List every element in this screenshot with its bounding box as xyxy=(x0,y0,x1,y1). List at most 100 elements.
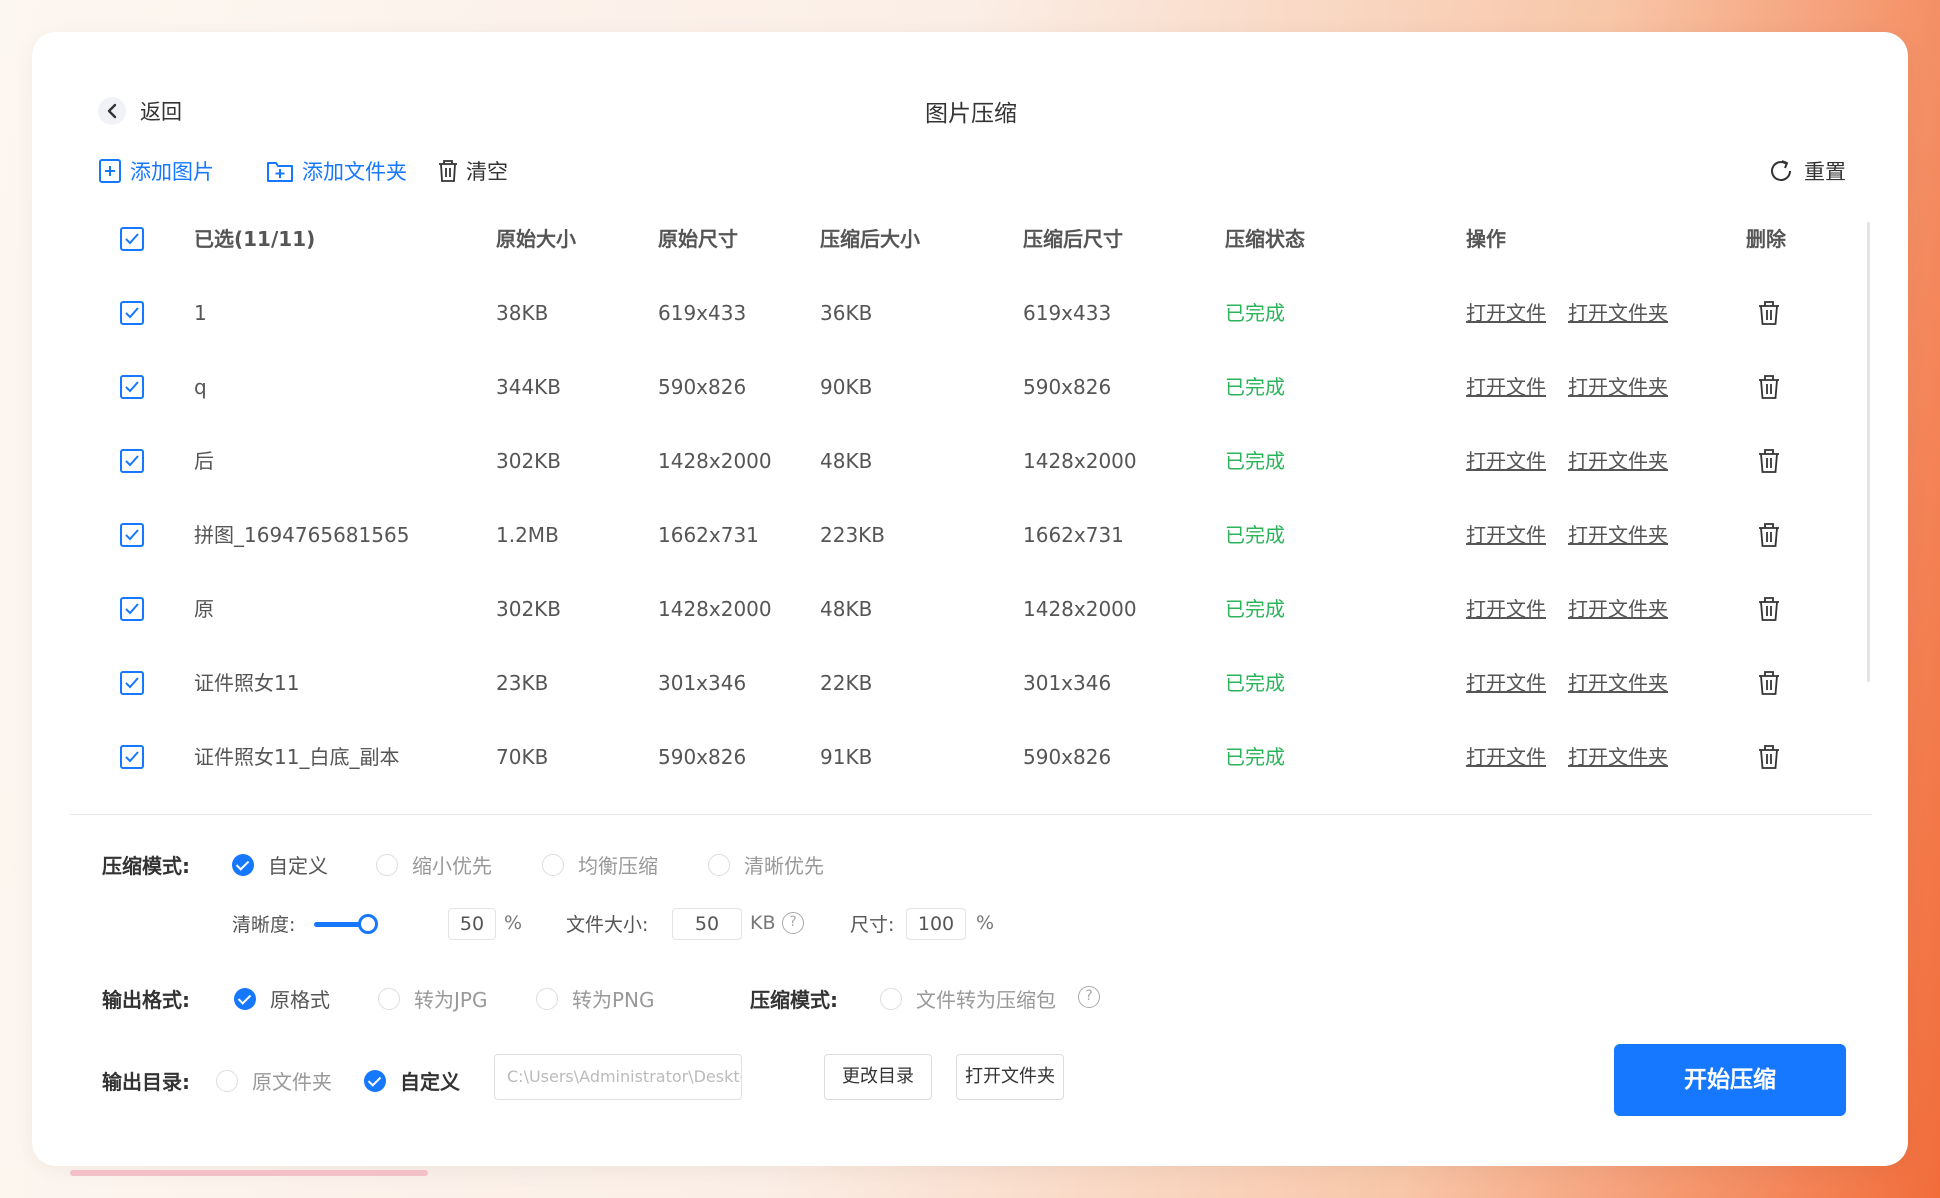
help-icon[interactable]: ? xyxy=(782,912,804,934)
clarity-input[interactable]: 50 xyxy=(448,908,496,940)
row-checkbox[interactable] xyxy=(120,523,144,547)
dimension-input[interactable]: 100 xyxy=(906,908,966,940)
filesize-unit: KB xyxy=(750,912,776,934)
main-panel: 返回 图片压缩 添加图片 添加文件夹 清空 重置 已选(11/11) 原始大小 … xyxy=(70,64,1872,1130)
mode-balanced-radio[interactable]: 均衡压缩 xyxy=(542,850,658,879)
header-delete: 删除 xyxy=(1746,227,1786,251)
mode-shrink-label: 缩小优先 xyxy=(412,854,492,878)
delete-row-icon[interactable] xyxy=(1758,522,1780,548)
format-original-radio[interactable]: 原格式 xyxy=(234,984,330,1013)
cell-orig-dim: 590x826 xyxy=(658,745,747,769)
radio-icon xyxy=(216,1069,238,1092)
clear-button[interactable]: 清空 xyxy=(438,156,508,186)
radio-icon xyxy=(536,987,558,1010)
header-actions: 操作 xyxy=(1466,227,1506,251)
cell-orig-dim: 301x346 xyxy=(658,671,747,695)
open-folder-link[interactable]: 打开文件夹 xyxy=(1568,350,1668,424)
add-folder-icon xyxy=(267,162,293,182)
delete-row-icon[interactable] xyxy=(1758,374,1780,400)
mode-shrink-radio[interactable]: 缩小优先 xyxy=(376,850,492,879)
row-checkbox[interactable] xyxy=(120,449,144,473)
format-original-label: 原格式 xyxy=(270,988,330,1012)
output-path-field[interactable]: C:\Users\Administrator\Desktop\图 xyxy=(494,1054,742,1100)
cell-comp-size: 48KB xyxy=(820,449,873,473)
open-folder-link[interactable]: 打开文件夹 xyxy=(1568,720,1668,794)
radio-icon xyxy=(880,987,902,1010)
open-folder-link[interactable]: 打开文件夹 xyxy=(1568,646,1668,720)
add-image-button[interactable]: 添加图片 xyxy=(98,156,214,186)
cell-comp-size: 90KB xyxy=(820,375,873,399)
table-row: 后 302KB 1428x2000 48KB 1428x2000 已完成 打开文件 打开文件夹 xyxy=(70,424,1870,498)
cell-comp-size: 22KB xyxy=(820,671,873,695)
pack-radio[interactable]: 文件转为压缩包 xyxy=(880,984,1056,1013)
start-compress-button[interactable]: 开始压缩 xyxy=(1614,1044,1846,1116)
header-comp-size: 压缩后大小 xyxy=(820,227,920,251)
table-row: 拼图_1694765681565 1.2MB 1662x731 223KB 1662x7… xyxy=(70,498,1870,572)
open-file-link[interactable]: 打开文件 xyxy=(1466,572,1546,646)
open-folder-link[interactable]: 打开文件夹 xyxy=(1568,498,1668,572)
delete-row-icon[interactable] xyxy=(1758,670,1780,696)
help-icon[interactable]: ? xyxy=(1078,986,1100,1008)
cell-orig-dim: 590x826 xyxy=(658,375,747,399)
cell-status: 已完成 xyxy=(1225,449,1285,473)
add-folder-button[interactable]: 添加文件夹 xyxy=(266,156,407,186)
cell-status: 已完成 xyxy=(1225,375,1285,399)
format-jpg-radio[interactable]: 转为JPG xyxy=(378,984,487,1013)
table-row: 1 38KB 619x433 36KB 619x433 已完成 打开文件 打开文件夹 xyxy=(70,276,1870,350)
row-checkbox[interactable] xyxy=(120,671,144,695)
progress-strip xyxy=(70,1170,428,1176)
open-file-link[interactable]: 打开文件 xyxy=(1466,720,1546,794)
header-orig-dim: 原始尺寸 xyxy=(658,227,738,251)
row-checkbox[interactable] xyxy=(120,375,144,399)
pack-label: 压缩模式: xyxy=(750,988,838,1012)
clear-label: 清空 xyxy=(466,160,508,184)
delete-row-icon[interactable] xyxy=(1758,448,1780,474)
open-folder-link[interactable]: 打开文件夹 xyxy=(1568,276,1668,350)
dimension-label: 尺寸: xyxy=(850,914,895,936)
open-file-link[interactable]: 打开文件 xyxy=(1466,646,1546,720)
cell-comp-size: 223KB xyxy=(820,523,886,547)
row-checkbox[interactable] xyxy=(120,301,144,325)
cell-orig-size: 70KB xyxy=(496,745,549,769)
clarity-slider-thumb[interactable] xyxy=(358,914,378,934)
mode-clarity-radio[interactable]: 清晰优先 xyxy=(708,850,824,879)
mode-custom-radio[interactable]: 自定义 xyxy=(232,850,328,879)
table-scrollbar[interactable] xyxy=(1867,222,1870,682)
output-original-radio[interactable]: 原文件夹 xyxy=(216,1066,332,1095)
mode-balanced-label: 均衡压缩 xyxy=(578,854,658,878)
select-all-checkbox[interactable] xyxy=(120,227,144,251)
output-custom-label: 自定义 xyxy=(400,1070,460,1094)
cell-orig-dim: 1428x2000 xyxy=(658,597,772,621)
delete-row-icon[interactable] xyxy=(1758,744,1780,770)
cell-comp-dim: 301x346 xyxy=(1023,671,1112,695)
open-file-link[interactable]: 打开文件 xyxy=(1466,424,1546,498)
delete-row-icon[interactable] xyxy=(1758,596,1780,622)
cell-orig-size: 302KB xyxy=(496,449,562,473)
row-checkbox[interactable] xyxy=(120,745,144,769)
open-output-folder-button[interactable]: 打开文件夹 xyxy=(956,1054,1064,1100)
radio-icon xyxy=(378,987,400,1010)
open-folder-link[interactable]: 打开文件夹 xyxy=(1568,424,1668,498)
cell-comp-dim: 590x826 xyxy=(1023,375,1112,399)
output-custom-radio[interactable]: 自定义 xyxy=(364,1066,460,1095)
cell-orig-size: 23KB xyxy=(496,671,549,695)
row-checkbox[interactable] xyxy=(120,597,144,621)
change-dir-button[interactable]: 更改目录 xyxy=(824,1054,932,1100)
pack-option-label: 文件转为压缩包 xyxy=(916,988,1056,1012)
open-file-link[interactable]: 打开文件 xyxy=(1466,498,1546,572)
open-file-link[interactable]: 打开文件 xyxy=(1466,350,1546,424)
clarity-unit: % xyxy=(504,912,523,934)
format-png-label: 转为PNG xyxy=(572,988,655,1012)
dimension-unit: % xyxy=(976,912,995,934)
cell-orig-size: 344KB xyxy=(496,375,562,399)
filesize-input[interactable]: 50 xyxy=(672,908,742,940)
format-png-radio[interactable]: 转为PNG xyxy=(536,984,655,1013)
add-folder-label: 添加文件夹 xyxy=(302,160,407,184)
table-row: 证件照女11 23KB 301x346 22KB 301x346 已完成 打开文件 打开文件夹 xyxy=(70,646,1870,720)
open-folder-link[interactable]: 打开文件夹 xyxy=(1568,572,1668,646)
cell-comp-dim: 590x826 xyxy=(1023,745,1112,769)
delete-row-icon[interactable] xyxy=(1758,300,1780,326)
open-file-link[interactable]: 打开文件 xyxy=(1466,276,1546,350)
reset-button[interactable]: 重置 xyxy=(1768,156,1846,186)
cell-status: 已完成 xyxy=(1225,671,1285,695)
